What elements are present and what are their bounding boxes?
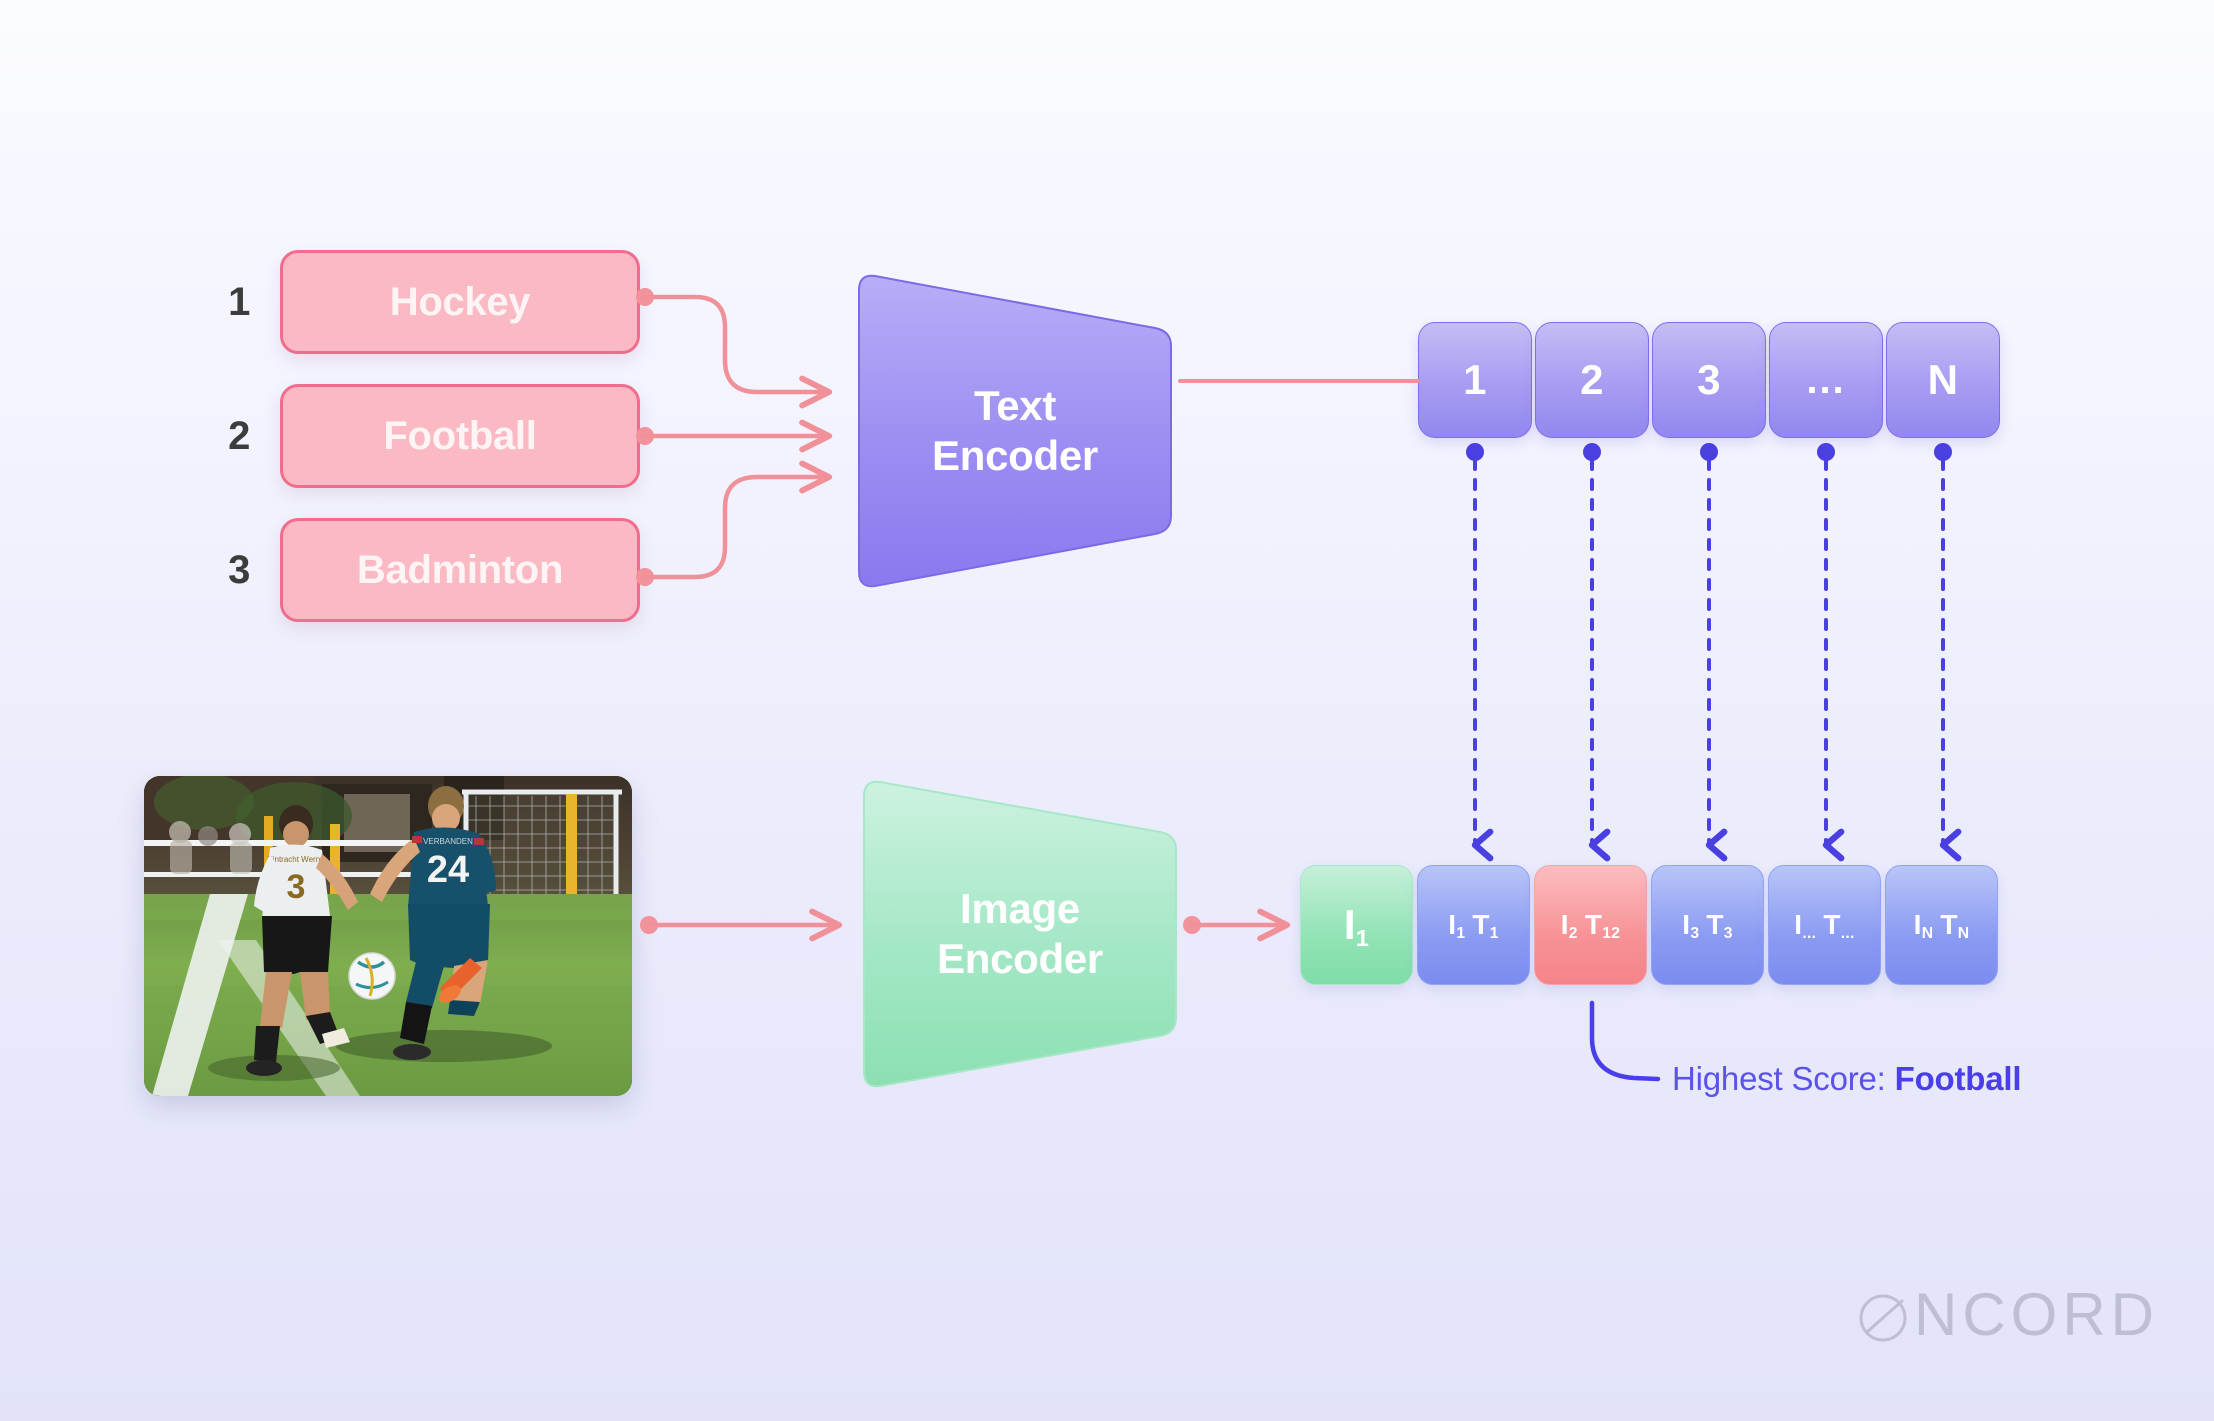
connector-photo-to-image-encoder	[640, 908, 843, 942]
similarity-label-i2t12: I2 T12	[1560, 909, 1621, 943]
prompt-label-badminton: Badminton	[356, 547, 564, 592]
prompt-box-hockey[interactable]: Hockey	[280, 250, 640, 354]
embedding-box-1[interactable]: 1	[1418, 322, 1532, 438]
similarity-label-ellipsis: I... T...	[1794, 909, 1855, 943]
similarity-label-i1t1: I1 T1	[1448, 909, 1499, 943]
encord-logo: NCORD	[1852, 1280, 2159, 1349]
svg-text:24: 24	[427, 849, 469, 891]
dashed-arrow-2	[1583, 443, 1611, 862]
svg-text:3: 3	[287, 868, 306, 906]
prompt-label-hockey: Hockey	[389, 279, 531, 324]
similarity-label-image-embedding: I1	[1343, 901, 1370, 951]
connector-layer	[636, 288, 1962, 1082]
prompt-box-football[interactable]: Football	[280, 384, 640, 488]
prompt-label-football: Football	[383, 413, 537, 458]
text-encoder-node[interactable]: Text Encoder	[855, 272, 1175, 590]
similarity-box-ellipsis[interactable]: I... T...	[1768, 865, 1881, 985]
diagram-canvas: 1 Hockey 2 Football 3 Badminton Text Enc…	[0, 0, 2214, 1421]
connector-badminton-to-text-encoder	[636, 460, 833, 586]
dashed-arrow-5	[1934, 443, 1962, 862]
football-ball	[348, 952, 396, 1000]
svg-text:Eintracht Werne: Eintracht Werne	[267, 855, 325, 864]
embedding-box-2[interactable]: 2	[1535, 322, 1649, 438]
encord-logo-text: NCORD	[1914, 1281, 2159, 1348]
encord-logo-mark	[1859, 1294, 1907, 1341]
dashed-arrow-4	[1817, 443, 1845, 862]
photo-content: 3 Eintracht Werne 24 VERBANDEN	[144, 776, 632, 1096]
similarity-label-intn: IN TN	[1913, 909, 1970, 943]
connector-image-encoder-to-similarity	[1183, 908, 1291, 942]
embedding-box-n[interactable]: N	[1886, 322, 2000, 438]
highest-score-value: Football	[1894, 1060, 2022, 1097]
svg-text:VERBANDEN: VERBANDEN	[423, 837, 473, 846]
similarity-box-intn[interactable]: IN TN	[1885, 865, 1998, 985]
embedding-label-2: 2	[1580, 356, 1604, 403]
similarity-box-i2t12-highlighted[interactable]: I2 T12	[1534, 865, 1647, 985]
embedding-label-ellipsis: ...	[1806, 357, 1846, 402]
similarity-row: I1 I1 T1 I2 T12 I3 T3 I... T... IN TN	[1300, 865, 1998, 985]
similarity-label-i3t3: I3 T3	[1682, 909, 1733, 943]
connector-hockey-to-text-encoder	[636, 288, 833, 409]
similarity-box-i1t1[interactable]: I1 T1	[1417, 865, 1530, 985]
image-encoder-node[interactable]: Image Encoder	[860, 778, 1180, 1090]
dashed-arrow-1	[1466, 443, 1494, 862]
prompt-row-3: 3 Badminton	[222, 518, 640, 622]
image-encoder-label: Image Encoder	[937, 885, 1103, 982]
similarity-box-i3t3[interactable]: I3 T3	[1651, 865, 1764, 985]
prompt-index-1: 1	[228, 279, 250, 324]
similarity-box-image-embedding[interactable]: I1	[1300, 865, 1413, 985]
prompt-index-2: 2	[228, 413, 250, 458]
embedding-label-3: 3	[1697, 356, 1721, 403]
text-embedding-row: 1 2 3 ... N	[1418, 322, 2000, 438]
embedding-box-3[interactable]: 3	[1652, 322, 1766, 438]
prompt-row-1: 1 Hockey	[222, 250, 640, 354]
embedding-label-n: N	[1927, 356, 1959, 403]
highest-score-prefix: Highest Score:	[1672, 1060, 1895, 1097]
embedding-box-ellipsis[interactable]: ...	[1769, 322, 1883, 438]
prompt-box-badminton[interactable]: Badminton	[280, 518, 640, 622]
embedding-label-1: 1	[1463, 356, 1487, 403]
connector-highlight-to-caption	[1589, 1000, 1661, 1082]
highest-score-caption: Highest Score: Football	[1672, 1060, 2022, 1098]
prompt-index-3: 3	[228, 547, 250, 592]
dashed-arrow-3	[1700, 443, 1728, 862]
text-encoder-label: Text Encoder	[932, 382, 1098, 479]
prompt-row-2: 2 Football	[222, 384, 640, 488]
football-match-photo[interactable]: 3 Eintracht Werne 24 VERBANDEN	[144, 776, 632, 1096]
connector-football-to-text-encoder	[636, 419, 833, 453]
